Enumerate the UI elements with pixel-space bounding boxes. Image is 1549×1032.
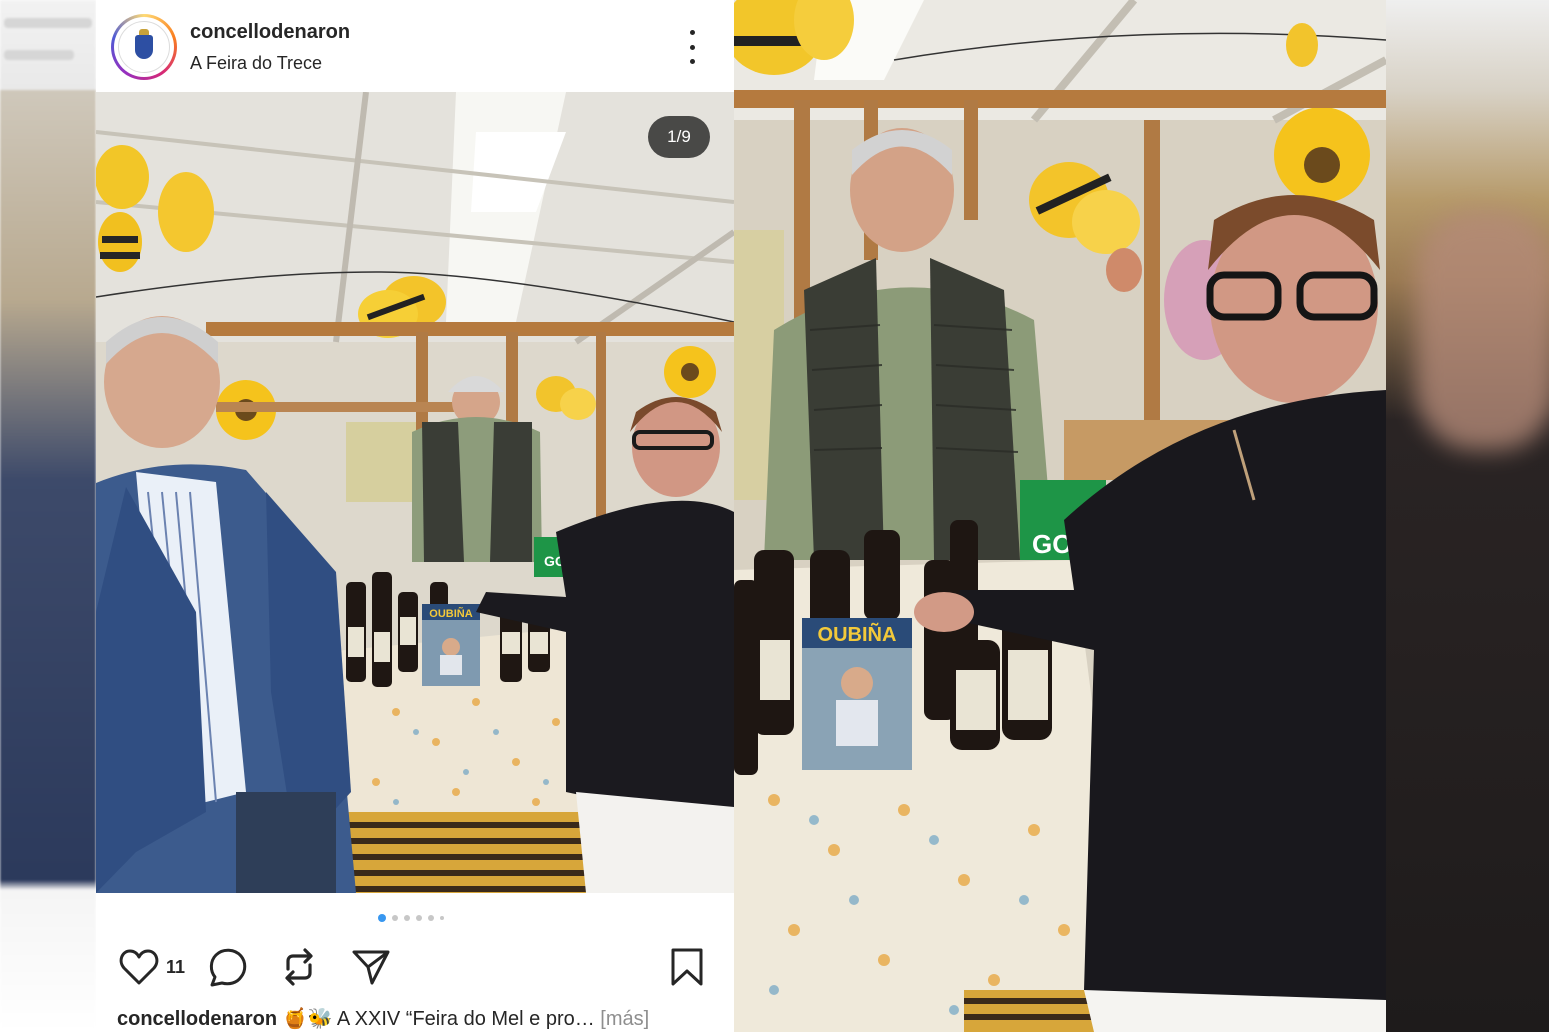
carousel-dot	[378, 914, 386, 922]
blurred-backdrop-right	[1386, 0, 1549, 1032]
book-title-zoomed: OUBIÑA	[818, 623, 897, 646]
like-count[interactable]: 11	[166, 957, 185, 978]
carousel-dot	[428, 915, 434, 921]
image-counter: 1/9	[648, 116, 710, 158]
carousel-indicator	[378, 912, 444, 924]
more-options-button[interactable]	[682, 30, 702, 64]
book-title: OUBIÑA	[429, 607, 472, 620]
instagram-post: concellodenaron A Feira do Trece OUBIÑA …	[96, 0, 734, 1032]
more-options-dot	[689, 59, 695, 64]
carousel-dot	[440, 916, 444, 920]
bookmark-icon	[671, 948, 703, 986]
crest-icon	[135, 29, 153, 59]
repost-button[interactable]	[278, 946, 320, 988]
carousel-dot	[404, 915, 410, 921]
story-ring[interactable]	[111, 14, 177, 80]
caption-username[interactable]: concellodenaron	[117, 1008, 277, 1030]
caption-more-link[interactable]: [más]	[595, 1008, 649, 1030]
carousel-dot	[392, 915, 398, 921]
post-photo[interactable]: OUBIÑA GOI 1/9	[96, 92, 734, 893]
share-button[interactable]	[350, 946, 392, 988]
blurred-face	[1416, 210, 1549, 450]
more-options-icon	[689, 30, 695, 35]
heart-icon	[119, 949, 159, 985]
send-icon	[352, 950, 390, 985]
blurred-text	[4, 18, 92, 28]
carousel-dot	[416, 915, 422, 921]
post-location[interactable]: A Feira do Trece	[190, 53, 322, 74]
caption-text: A XXIV “Feira do Mel e pro…	[332, 1008, 595, 1030]
zoomed-photo: GOI OUBIÑA	[734, 0, 1386, 1032]
more-options-dot	[689, 44, 695, 50]
zoomed-event-photo: GOI OUBIÑA	[734, 0, 1386, 1032]
action-bar: 11	[96, 940, 734, 996]
like-button[interactable]	[118, 946, 160, 988]
event-photo: OUBIÑA GOI	[96, 92, 734, 893]
post-username[interactable]: concellodenaron	[190, 21, 350, 44]
caption-emojis: 🍯🐝	[282, 1008, 333, 1030]
comment-icon	[209, 948, 247, 987]
blurred-backdrop-left	[0, 0, 96, 1032]
post-header: concellodenaron A Feira do Trece	[96, 0, 734, 92]
avatar[interactable]	[114, 17, 174, 77]
post-caption: concellodenaron 🍯🐝 A XXIV “Feira do Mel …	[117, 1006, 717, 1032]
blurred-text	[4, 50, 74, 60]
crest-logo	[118, 21, 170, 73]
save-button[interactable]	[666, 946, 708, 988]
repost-icon	[285, 948, 313, 986]
comment-button[interactable]	[206, 946, 248, 988]
